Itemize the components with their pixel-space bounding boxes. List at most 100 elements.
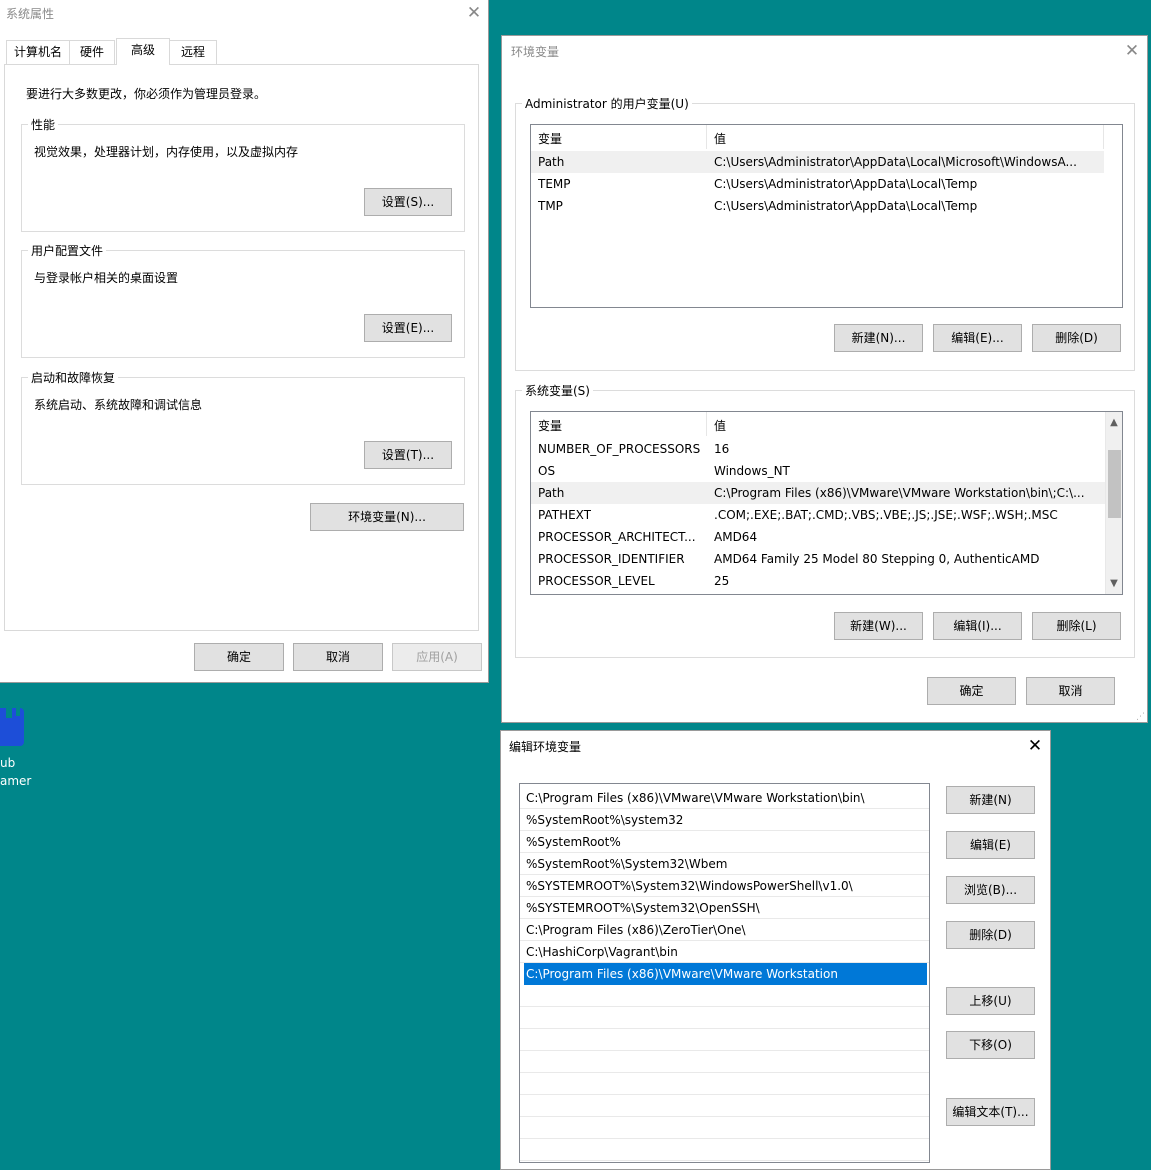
tab-advanced[interactable]: 高级 — [116, 38, 170, 65]
system-variables-list[interactable]: 变量 值 NUMBER_OF_PROCESSORS 16 OS Windows_… — [530, 411, 1123, 595]
list-item-empty[interactable] — [520, 1073, 929, 1095]
table-row[interactable]: TMP C:\Users\Administrator\AppData\Local… — [531, 195, 1104, 217]
new-entry-button[interactable]: 新建(N) — [946, 786, 1035, 814]
ok-button[interactable]: 确定 — [194, 643, 284, 671]
edit-entry-button[interactable]: 编辑(E) — [946, 831, 1035, 859]
desktop-shortcut[interactable]: ub amer — [0, 700, 40, 800]
system-delete-button[interactable]: 删除(L) — [1032, 612, 1121, 640]
browse-button[interactable]: 浏览(B)... — [946, 876, 1035, 904]
close-icon[interactable]: ✕ — [1118, 40, 1146, 62]
list-item[interactable]: C:\Program Files (x86)\VMware\VMware Wor… — [520, 787, 929, 809]
list-header: 变量 值 — [531, 412, 1122, 436]
window-title: 编辑环境变量 — [509, 740, 582, 754]
move-down-button[interactable]: 下移(O) — [946, 1031, 1035, 1059]
table-row[interactable]: PROCESSOR_IDENTIFIER AMD64 Family 25 Mod… — [531, 548, 1106, 570]
table-row[interactable]: Path C:\Users\Administrator\AppData\Loca… — [531, 151, 1104, 173]
group-label: 用户配置文件 — [28, 242, 107, 259]
user-new-button[interactable]: 新建(N)... — [834, 324, 923, 352]
scroll-thumb[interactable] — [1108, 450, 1121, 518]
list-item-selected[interactable]: C:\Program Files (x86)\VMware\VMware Wor… — [524, 963, 927, 985]
path-entry: C:\Program Files (x86)\ZeroTier\One\ — [526, 923, 746, 937]
move-up-button[interactable]: 上移(U) — [946, 987, 1035, 1015]
tab-panel-advanced: 要进行大多数更改，你必须作为管理员登录。 性能 视觉效果，处理器计划，内存使用，… — [4, 64, 479, 631]
path-entry: %SystemRoot% — [526, 835, 621, 849]
user-edit-button[interactable]: 编辑(E)... — [933, 324, 1022, 352]
user-variables-group: Administrator 的用户变量(U) 变量 值 Path C:\User… — [515, 95, 1135, 371]
variable-value: 16 — [714, 442, 730, 456]
user-profiles-settings-button[interactable]: 设置(E)... — [364, 314, 452, 342]
table-row[interactable]: Path C:\Program Files (x86)\VMware\VMwar… — [531, 482, 1106, 504]
list-item[interactable]: %SYSTEMROOT%\System32\OpenSSH\ — [520, 897, 929, 919]
close-icon[interactable]: ✕ — [460, 2, 488, 24]
user-delete-button[interactable]: 删除(D) — [1032, 324, 1121, 352]
group-description: 视觉效果，处理器计划，内存使用，以及虚拟内存 — [34, 145, 299, 159]
title-bar: 编辑环境变量 ✕ — [501, 731, 1050, 759]
list-item-empty[interactable] — [520, 985, 929, 1007]
column-header-value[interactable]: 值 — [714, 417, 726, 434]
cancel-button[interactable]: 取消 — [1026, 677, 1115, 705]
tab-hardware[interactable]: 硬件 — [69, 40, 115, 64]
list-item[interactable]: C:\HashiCorp\Vagrant\bin — [520, 941, 929, 963]
title-bar: 系统属性 ✕ — [0, 0, 488, 28]
column-header-variable[interactable]: 变量 — [538, 417, 562, 434]
scroll-up-icon[interactable]: ▲ — [1106, 414, 1122, 431]
list-item[interactable]: C:\Program Files (x86)\ZeroTier\One\ — [520, 919, 929, 941]
group-label: Administrator 的用户变量(U) — [522, 95, 692, 112]
path-entry: C:\Program Files (x86)\VMware\VMware Wor… — [526, 791, 865, 805]
delete-entry-button[interactable]: 删除(D) — [946, 921, 1035, 949]
variable-value: C:\Users\Administrator\AppData\Local\Tem… — [714, 177, 978, 191]
system-variables-group: 系统变量(S) 变量 值 NUMBER_OF_PROCESSORS 16 OS … — [515, 382, 1135, 658]
variable-name: TMP — [538, 199, 563, 213]
close-icon[interactable]: ✕ — [1021, 735, 1049, 757]
table-row[interactable]: NUMBER_OF_PROCESSORS 16 — [531, 438, 1106, 460]
tab-label: 硬件 — [79, 45, 104, 59]
list-item[interactable]: %SystemRoot% — [520, 831, 929, 853]
list-item[interactable]: %SystemRoot%\System32\Wbem — [520, 853, 929, 875]
scroll-down-icon[interactable]: ▼ — [1106, 575, 1122, 592]
admin-note: 要进行大多数更改，你必须作为管理员登录。 — [26, 87, 267, 101]
user-profiles-group: 用户配置文件 与登录帐户相关的桌面设置 设置(E)... — [21, 242, 465, 358]
table-row[interactable]: OS Windows_NT — [531, 460, 1106, 482]
list-item-empty[interactable] — [520, 1029, 929, 1051]
variable-value: C:\Program Files (x86)\VMware\VMware Wor… — [714, 486, 1085, 500]
table-row[interactable]: TEMP C:\Users\Administrator\AppData\Loca… — [531, 173, 1104, 195]
column-header-variable[interactable]: 变量 — [538, 130, 562, 147]
column-header-value[interactable]: 值 — [714, 130, 726, 147]
desktop-icon-label: amer — [0, 774, 32, 788]
window-title: 系统属性 — [6, 7, 55, 21]
path-entries-list[interactable]: C:\Program Files (x86)\VMware\VMware Wor… — [519, 783, 930, 1163]
performance-settings-button[interactable]: 设置(S)... — [364, 188, 452, 216]
list-item[interactable]: %SYSTEMROOT%\System32\WindowsPowerShell\… — [520, 875, 929, 897]
resize-grip-icon[interactable]: ⋰ — [1136, 712, 1145, 722]
column-separator — [1103, 125, 1104, 149]
table-row[interactable]: PROCESSOR_ARCHITECT... AMD64 — [531, 526, 1106, 548]
system-new-button[interactable]: 新建(W)... — [834, 612, 923, 640]
table-row[interactable]: PATHEXT .COM;.EXE;.BAT;.CMD;.VBS;.VBE;.J… — [531, 504, 1106, 526]
list-item-empty[interactable] — [520, 1051, 929, 1073]
apply-button[interactable]: 应用(A) — [392, 643, 482, 671]
app-icon — [0, 708, 24, 746]
path-entry: C:\Program Files (x86)\VMware\VMware Wor… — [526, 967, 838, 981]
group-label: 性能 — [28, 116, 59, 133]
variable-value: C:\Users\Administrator\AppData\Local\Mic… — [714, 155, 1077, 169]
cancel-button[interactable]: 取消 — [293, 643, 383, 671]
startup-recovery-settings-button[interactable]: 设置(T)... — [364, 441, 452, 469]
ok-button[interactable]: 确定 — [927, 677, 1016, 705]
list-item-empty[interactable] — [520, 1007, 929, 1029]
column-separator — [706, 412, 707, 436]
table-row[interactable]: PROCESSOR_LEVEL 25 — [531, 570, 1106, 592]
edit-text-button[interactable]: 编辑文本(T)... — [946, 1098, 1035, 1126]
tab-label: 远程 — [180, 45, 205, 59]
environment-variables-button[interactable]: 环境变量(N)... — [310, 503, 464, 531]
list-item-empty[interactable] — [520, 1117, 929, 1139]
list-item[interactable]: %SystemRoot%\system32 — [520, 809, 929, 831]
tab-computer-name[interactable]: 计算机名 — [6, 40, 70, 64]
tab-remote[interactable]: 远程 — [169, 40, 217, 64]
system-edit-button[interactable]: 编辑(I)... — [933, 612, 1022, 640]
list-item-empty[interactable] — [520, 1095, 929, 1117]
list-item-empty[interactable] — [520, 1139, 929, 1161]
vertical-scrollbar[interactable]: ▲ ▼ — [1105, 412, 1122, 594]
tab-label: 计算机名 — [13, 45, 62, 59]
variable-value: 25 — [714, 574, 730, 588]
user-variables-list[interactable]: 变量 值 Path C:\Users\Administrator\AppData… — [530, 124, 1123, 308]
